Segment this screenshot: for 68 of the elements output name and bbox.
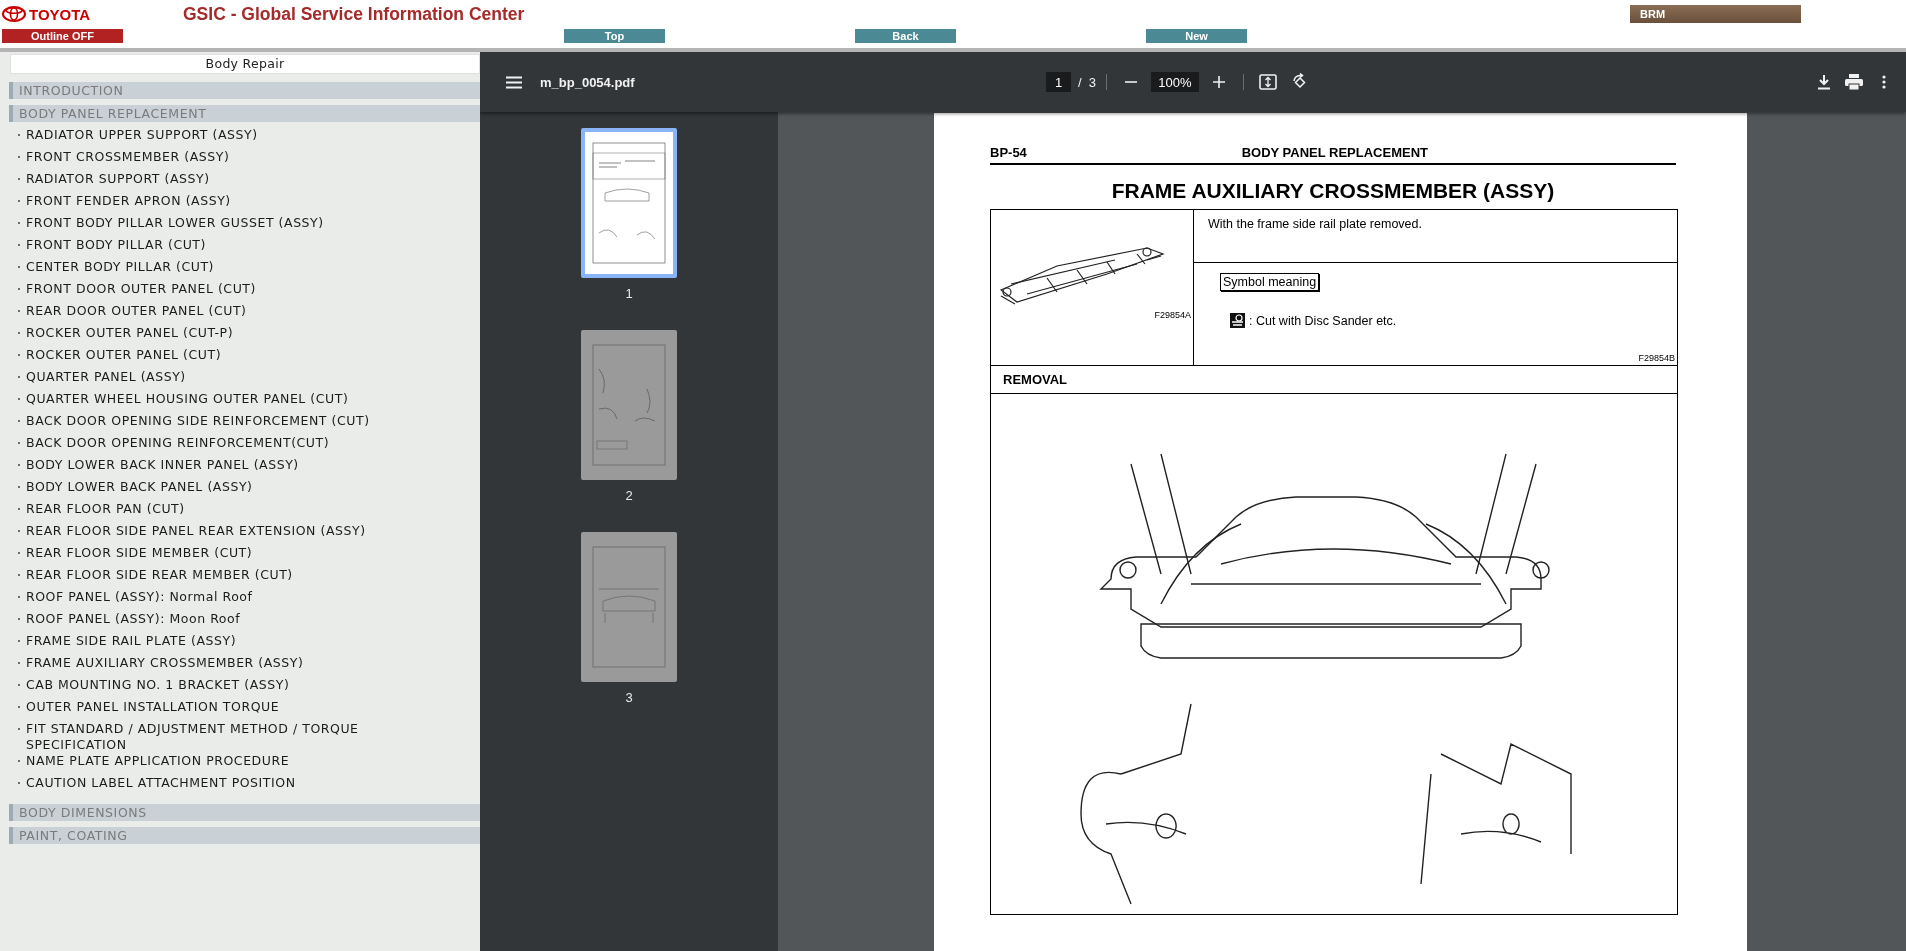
topic-link[interactable]: FRONT CROSSMEMBER (ASSY): [26, 149, 230, 165]
page-thumbnail[interactable]: [581, 532, 677, 682]
print-icon[interactable]: [1845, 74, 1863, 90]
symbol-heading: Symbol meaning: [1220, 273, 1320, 291]
app-title: GSIC - Global Service Information Center: [183, 3, 525, 25]
symbol-description: : Cut with Disc Sander etc.: [1249, 313, 1397, 328]
document-title: FRAME AUXILIARY CROSSMEMBER (ASSY): [1110, 179, 1556, 203]
topic-link[interactable]: BACK DOOR OPENING REINFORCEMENT(CUT): [26, 435, 330, 451]
topic-link[interactable]: ROOF PANEL (ASSY): Moon Roof: [26, 611, 241, 627]
topic-link[interactable]: BODY LOWER BACK PANEL (ASSY): [26, 479, 253, 495]
page-separator: /: [1078, 74, 1082, 90]
topic-link[interactable]: REAR FLOOR SIDE REAR MEMBER (CUT): [26, 567, 293, 583]
figure-caption: F29854B: [1637, 353, 1676, 365]
topic-link[interactable]: REAR FLOOR SIDE PANEL REAR EXTENSION (ASSY): [26, 523, 366, 539]
zoom-field[interactable]: 100%: [1150, 72, 1199, 92]
topic-link[interactable]: REAR FLOOR PAN (CUT): [26, 501, 185, 517]
topic-link[interactable]: FRONT DOOR OUTER PANEL (CUT): [26, 281, 256, 297]
topic-link[interactable]: FRONT BODY PILLAR (CUT): [26, 237, 206, 253]
page-count: 3: [1088, 74, 1096, 90]
thumbnail-label: 3: [625, 690, 633, 705]
topic-link[interactable]: FRAME SIDE RAIL PLATE (ASSY): [26, 633, 237, 649]
topic-link[interactable]: ROCKER OUTER PANEL (CUT-P): [26, 325, 234, 341]
plus-icon[interactable]: [1212, 76, 1225, 88]
page-thumbnail[interactable]: [581, 128, 677, 278]
step-heading: REMOVAL: [990, 365, 1678, 394]
topic-link[interactable]: QUARTER PANEL (ASSY): [26, 369, 186, 385]
topic-link[interactable]: FRAME AUXILIARY CROSSMEMBER (ASSY): [26, 655, 304, 671]
topic-link[interactable]: ROCKER OUTER PANEL (CUT): [26, 347, 222, 363]
minus-icon[interactable]: [1124, 81, 1137, 83]
topic-link[interactable]: CAB MOUNTING NO. 1 BRACKET (ASSY): [26, 677, 290, 693]
thumbnail-label: 2: [625, 488, 633, 503]
topic-link[interactable]: NAME PLATE APPLICATION PROCEDURE: [26, 753, 290, 769]
page-number-field[interactable]: 1: [1046, 72, 1071, 92]
topic-link[interactable]: FRONT FENDER APRON (ASSY): [26, 193, 231, 209]
download-icon[interactable]: [1817, 74, 1831, 90]
topic-link[interactable]: FRONT BODY PILLAR LOWER GUSSET (ASSY): [26, 215, 324, 231]
section-title: BODY PANEL REPLACEMENT: [1241, 145, 1428, 160]
nav-button[interactable]: Back: [855, 29, 956, 43]
manual-title: Body Repair: [10, 54, 480, 74]
rotate-icon[interactable]: [1290, 73, 1309, 91]
topic-link[interactable]: CAUTION LABEL ATTACHMENT POSITION: [26, 775, 296, 791]
page-thumbnail[interactable]: [581, 330, 677, 480]
outline-toggle-button[interactable]: Outline OFF: [2, 29, 123, 43]
topic-link[interactable]: OUTER PANEL INSTALLATION TORQUE: [26, 699, 280, 715]
file-name: m_bp_0054.pdf: [540, 74, 636, 90]
logo-text: TOYOTA: [29, 5, 91, 23]
nav-button[interactable]: Top: [564, 29, 665, 43]
thumbnail-label: 1: [625, 286, 633, 301]
topic-link[interactable]: ROOF PANEL (ASSY): Normal Roof: [26, 589, 253, 605]
topic-link[interactable]: RADIATOR SUPPORT (ASSY): [26, 171, 210, 187]
topic-link[interactable]: FIT STANDARD / ADJUSTMENT METHOD / TORQUE SPECIFICATION: [26, 721, 426, 753]
topic-link[interactable]: QUARTER WHEEL HOUSING OUTER PANEL (CUT): [26, 391, 349, 407]
topic-link[interactable]: BACK DOOR OPENING SIDE REINFORCEMENT (CUT): [26, 413, 370, 429]
brm-button[interactable]: BRM: [1630, 5, 1801, 23]
note-text: With the frame side rail plate removed.: [1207, 216, 1423, 233]
toyota-emblem-icon: [2, 6, 26, 22]
topic-link[interactable]: REAR DOOR OUTER PANEL (CUT): [26, 303, 247, 319]
topic-link[interactable]: REAR FLOOR SIDE MEMBER (CUT): [26, 545, 253, 561]
fit-page-icon[interactable]: [1258, 74, 1277, 90]
figure-caption: F29854A: [1153, 310, 1192, 322]
disc-sander-icon: [1230, 313, 1245, 328]
topic-link[interactable]: BODY LOWER BACK INNER PANEL (ASSY): [26, 457, 299, 473]
page-code: BP-54: [990, 145, 1027, 160]
topic-link[interactable]: RADIATOR UPPER SUPPORT (ASSY): [26, 127, 258, 143]
nav-button[interactable]: New: [1146, 29, 1247, 43]
topic-link[interactable]: CENTER BODY PILLAR (CUT): [26, 259, 215, 275]
more-options-icon[interactable]: [1882, 75, 1886, 89]
menu-icon[interactable]: [506, 75, 522, 89]
